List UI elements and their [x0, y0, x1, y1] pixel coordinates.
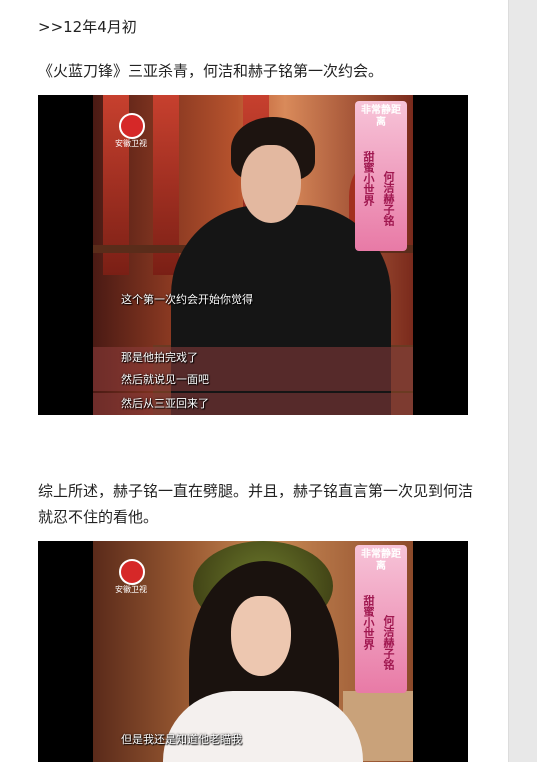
show-title: 非常静距离: [361, 549, 401, 572]
video-screenshot-1: 安徽卫视 非常静距离 甜蜜小世界 何洁赫子铭 这个第一次约会开始你觉得 那是他拍…: [38, 95, 468, 415]
subtitle-line: 那是他拍完戏了: [121, 351, 198, 364]
show-title: 非常静距离: [361, 105, 401, 128]
channel-logo-text: 安徽卫视: [115, 139, 147, 148]
channel-logo-icon: [119, 113, 145, 139]
subtitle-line: 然后从三亚回来了: [121, 397, 209, 410]
paragraph-summary: 综上所述，赫子铭一直在劈腿。并且，赫子铭直言第一次见到何洁就忍不住的看他。: [38, 482, 474, 526]
subtitle-line: 这个第一次约会开始你觉得: [121, 293, 253, 306]
banner-segment-title: 甜蜜小世界: [362, 151, 375, 206]
banner-segment-title: 甜蜜小世界: [362, 595, 375, 650]
paragraph-first-date: 《火蓝刀锋》三亚杀青，何洁和赫子铭第一次约会。: [38, 62, 384, 80]
tv-scene-host: 安徽卫视 非常静距离 甜蜜小世界 何洁赫子铭 这个第一次约会开始你觉得 那是他拍…: [93, 95, 413, 415]
channel-logo-text: 安徽卫视: [115, 585, 147, 594]
subtitle-line: 但是我还是知道他老瞄我: [121, 733, 242, 746]
date-heading: >>12年4月初: [38, 18, 137, 36]
host-face: [241, 145, 301, 223]
banner-guest-names: 何洁赫子铭: [382, 171, 395, 226]
channel-logo-icon: [119, 559, 145, 585]
banner-guest-names: 何洁赫子铭: [382, 615, 395, 670]
show-banner: 非常静距离 甜蜜小世界 何洁赫子铭: [355, 101, 407, 251]
tv-scene-guest: 安徽卫视 非常静距离 甜蜜小世界 何洁赫子铭 但是我还是知道他老瞄我: [93, 541, 413, 762]
subtitle-line: 然后就说见一面吧: [121, 373, 209, 386]
page-margin-right: [508, 0, 537, 762]
show-banner: 非常静距离 甜蜜小世界 何洁赫子铭: [355, 545, 407, 693]
guest-face: [231, 596, 291, 676]
video-screenshot-2: 安徽卫视 非常静距离 甜蜜小世界 何洁赫子铭 但是我还是知道他老瞄我: [38, 541, 468, 762]
